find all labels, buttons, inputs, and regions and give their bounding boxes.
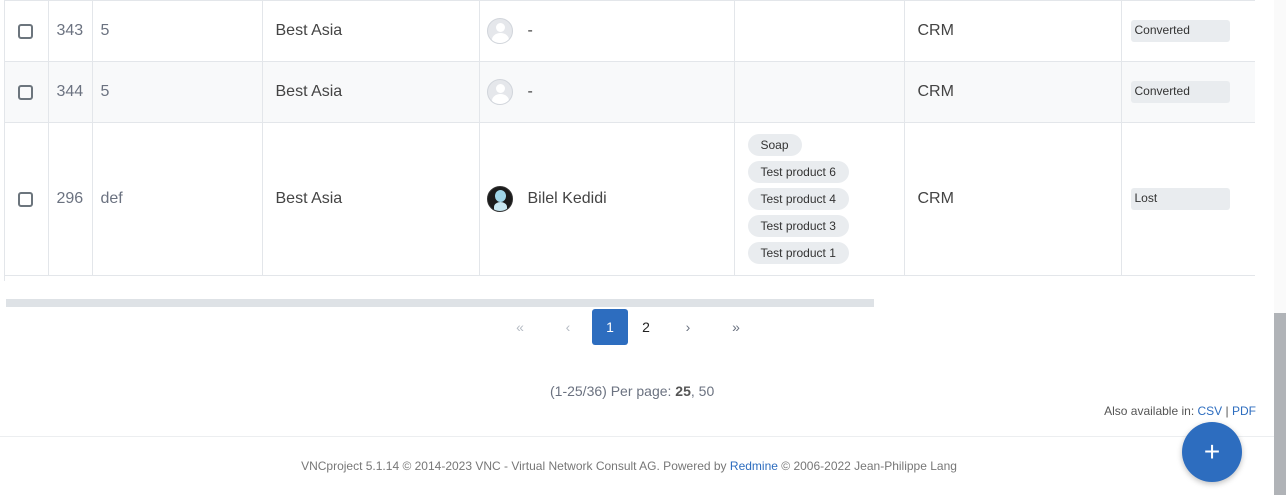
issues-table-container: 343 5 Best Asia - CRM Converted 344 5 Be… bbox=[4, 0, 1255, 281]
row-products: Soap Test product 6 Test product 4 Test … bbox=[734, 122, 905, 276]
avatar bbox=[486, 18, 513, 44]
product-tag: Test product 1 bbox=[747, 242, 849, 264]
per-page-option-50[interactable]: 50 bbox=[699, 383, 715, 399]
csv-export-link[interactable]: CSV bbox=[1198, 404, 1223, 418]
page-2-button[interactable]: 2 bbox=[628, 309, 664, 345]
row-subject[interactable]: 5 bbox=[92, 61, 263, 123]
row-assignee: Bilel Kedidi bbox=[480, 186, 734, 212]
row-checkbox[interactable] bbox=[18, 84, 33, 100]
pdf-export-link[interactable]: PDF bbox=[1232, 404, 1256, 418]
row-products bbox=[734, 0, 905, 62]
last-page-button[interactable]: » bbox=[718, 309, 754, 345]
footer-text: VNCproject 5.1.14 © 2014-2023 VNC - Virt… bbox=[301, 459, 727, 473]
next-page-button[interactable]: › bbox=[670, 309, 706, 345]
row-project: CRM bbox=[904, 122, 1122, 276]
redmine-link[interactable]: Redmine bbox=[730, 459, 778, 473]
vertical-scrollbar-thumb[interactable] bbox=[1274, 313, 1286, 495]
footer: VNCproject 5.1.14 © 2014-2023 VNC - Virt… bbox=[0, 459, 1258, 473]
previous-page-button[interactable]: ‹ bbox=[550, 309, 586, 345]
row-assignee: - bbox=[480, 79, 734, 105]
avatar bbox=[486, 186, 513, 212]
export-links: Also available in: CSV | PDF bbox=[1104, 404, 1256, 418]
export-separator: | bbox=[1225, 404, 1229, 418]
status-badge: Converted bbox=[1130, 20, 1230, 42]
avatar bbox=[486, 79, 513, 105]
assignee-name: - bbox=[527, 22, 533, 39]
row-customer: Best Asia bbox=[262, 122, 480, 276]
row-checkbox[interactable] bbox=[18, 23, 33, 39]
row-products bbox=[734, 61, 905, 123]
issues-table: 343 5 Best Asia - CRM Converted 344 5 Be… bbox=[5, 0, 1255, 276]
product-tag: Test product 6 bbox=[747, 161, 849, 183]
row-customer: Best Asia bbox=[262, 61, 480, 123]
status-badge: Converted bbox=[1130, 81, 1230, 103]
row-subject[interactable]: def bbox=[92, 122, 263, 276]
row-id[interactable]: 344 bbox=[48, 61, 93, 123]
table-row[interactable]: 296 def Best Asia Bilel Kedidi Soap Test… bbox=[5, 122, 1255, 276]
export-label: Also available in: bbox=[1104, 404, 1195, 418]
product-tag: Test product 3 bbox=[747, 215, 849, 237]
row-subject[interactable]: 5 bbox=[92, 0, 263, 62]
assignee-name: Bilel Kedidi bbox=[527, 190, 607, 207]
add-new-button[interactable]: + bbox=[1182, 422, 1242, 482]
first-page-button[interactable]: « bbox=[502, 309, 538, 345]
footer-copyright: © 2006-2022 Jean-Philippe Lang bbox=[781, 459, 957, 473]
row-id[interactable]: 296 bbox=[48, 122, 93, 276]
status-badge: Lost bbox=[1130, 188, 1230, 210]
horizontal-scrollbar[interactable] bbox=[6, 299, 874, 307]
product-tag: Soap bbox=[747, 134, 802, 156]
page-1-button[interactable]: 1 bbox=[592, 309, 628, 345]
per-page-info: (1-25/36) Per page: 25, 50 bbox=[550, 383, 714, 399]
per-page-current: 25 bbox=[675, 383, 691, 399]
product-tag: Test product 4 bbox=[747, 188, 849, 210]
row-assignee: - bbox=[480, 18, 734, 44]
row-project: CRM bbox=[904, 61, 1122, 123]
per-page-separator: , bbox=[690, 383, 699, 399]
table-row[interactable]: 344 5 Best Asia - CRM Converted bbox=[5, 61, 1255, 123]
assignee-name: - bbox=[527, 83, 533, 100]
range-label: (1-25/36) Per page: bbox=[550, 383, 672, 399]
row-id[interactable]: 343 bbox=[48, 0, 93, 62]
row-project: CRM bbox=[904, 0, 1122, 62]
footer-divider bbox=[0, 436, 1274, 437]
row-customer: Best Asia bbox=[262, 0, 480, 62]
row-checkbox[interactable] bbox=[18, 191, 33, 207]
table-row[interactable]: 343 5 Best Asia - CRM Converted bbox=[5, 0, 1255, 62]
